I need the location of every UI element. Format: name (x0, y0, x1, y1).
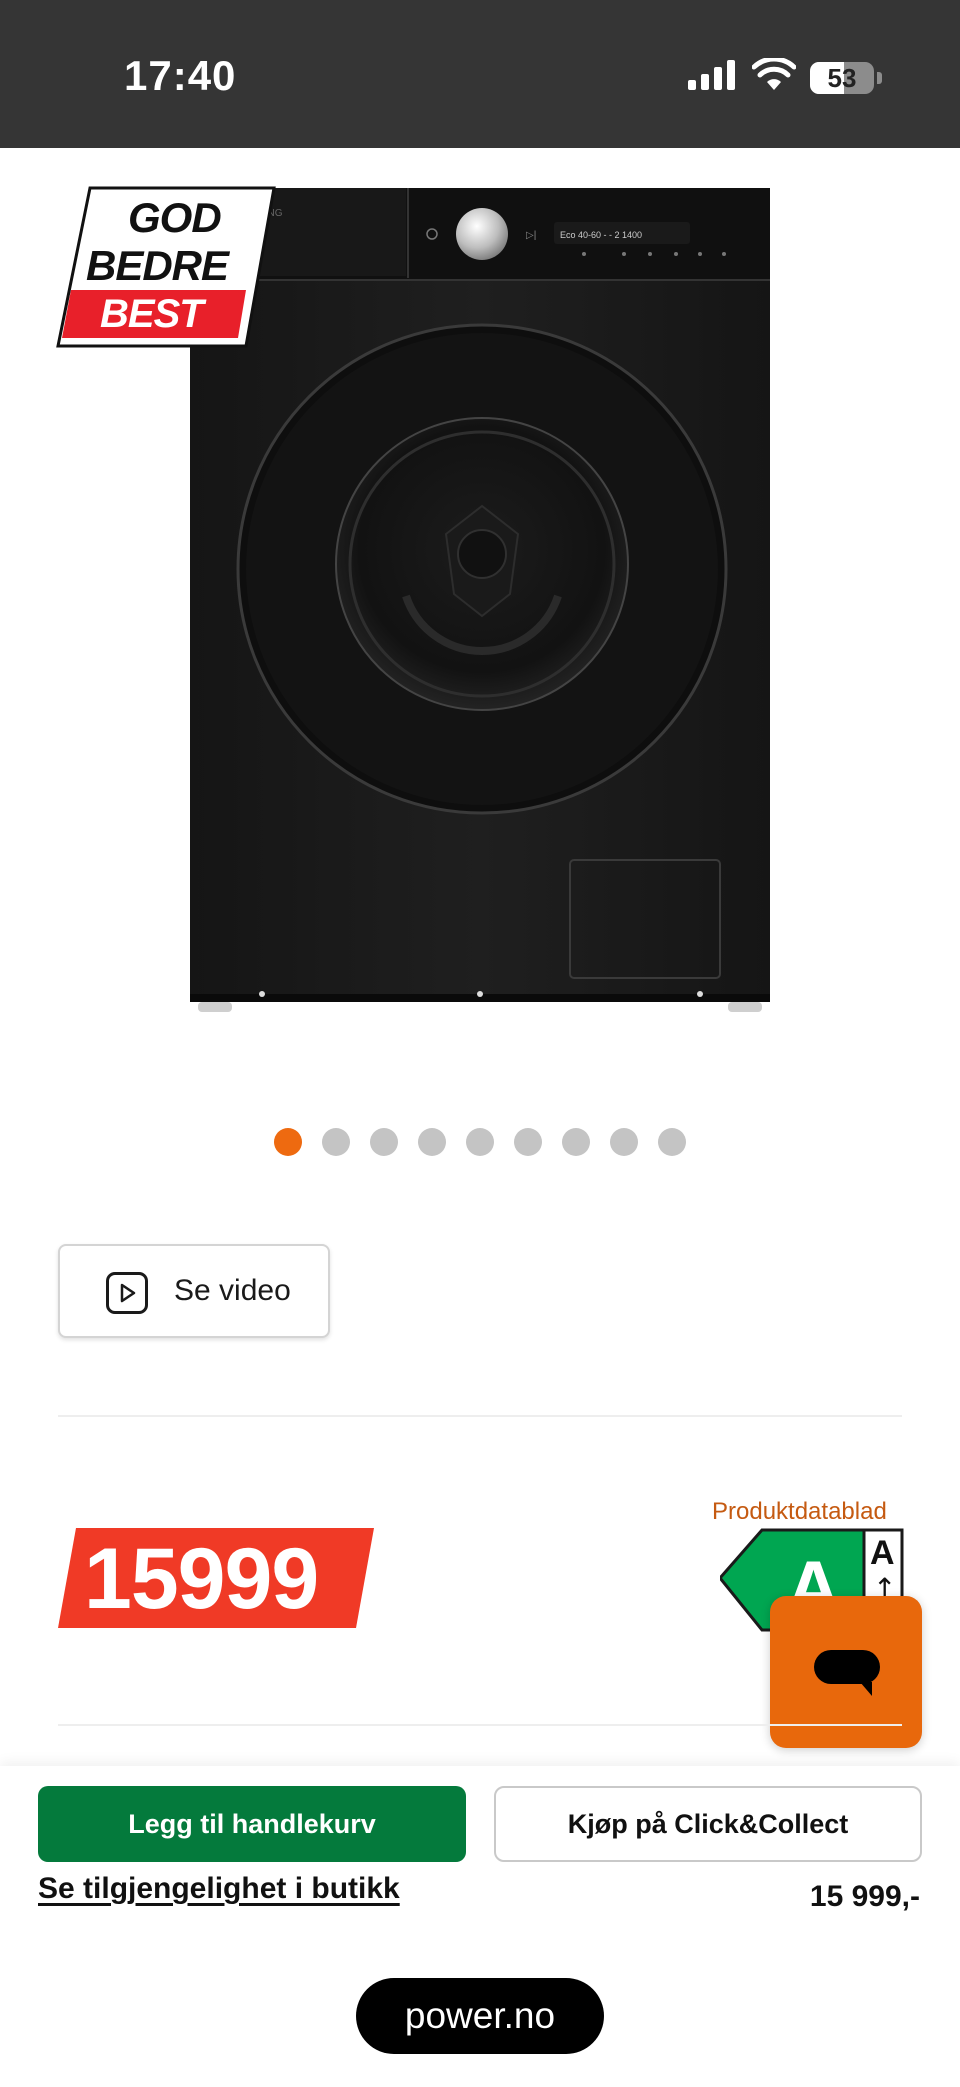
price-display: 15999 (84, 1531, 319, 1627)
energy-scale-top: A (870, 1534, 895, 1572)
carousel-dots (274, 1128, 686, 1158)
chat-bubble-icon (814, 1650, 880, 1696)
carousel-dot[interactable] (466, 1128, 494, 1156)
carousel-dot[interactable] (562, 1128, 590, 1156)
badge-line-bedre: BEDRE (86, 242, 229, 289)
produktdatablad-link[interactable]: Produktdatablad (712, 1498, 887, 1526)
badge-line-best: BEST (100, 292, 204, 336)
battery-tip (877, 72, 882, 84)
svg-text:▷|: ▷| (526, 230, 536, 241)
video-button-label: Se video (174, 1274, 291, 1307)
status-time: 17:40 (124, 52, 237, 99)
carousel-dot[interactable] (418, 1128, 446, 1156)
battery-indicator: 53 (810, 62, 874, 94)
product-page: 17:40 53 ▷| Eco 40-60 - - 2 1400 GOD BED… (0, 0, 960, 2087)
god-bedre-best-badge: GOD BEDRE BEST (56, 186, 276, 348)
carousel-dot[interactable] (514, 1128, 542, 1156)
add-to-cart-button[interactable]: Legg til handlekurv (38, 1786, 466, 1862)
video-button[interactable]: Se video (58, 1244, 330, 1338)
divider (58, 1724, 902, 1726)
bottom-price: 15 999,- (809, 1880, 920, 1913)
wifi-icon (752, 58, 796, 90)
browser-url-pill[interactable]: power.no (356, 1978, 604, 2054)
badge-line-god: GOD (128, 194, 222, 241)
play-icon (106, 1272, 148, 1314)
carousel-dot[interactable] (322, 1128, 350, 1156)
carousel-dot[interactable] (610, 1128, 638, 1156)
click-collect-button[interactable]: Kjøp på Click&Collect (494, 1786, 922, 1862)
status-bar: 17:40 53 (0, 0, 960, 148)
store-availability-link[interactable]: Se tilgjengelighet i butikk (38, 1872, 400, 1906)
divider (58, 1415, 902, 1417)
carousel-dot[interactable] (370, 1128, 398, 1156)
cellular-signal-icon (688, 60, 735, 90)
carousel-dot[interactable] (658, 1128, 686, 1156)
svg-text:Eco 40-60 - - 2 1400: Eco 40-60 - - 2 1400 (560, 230, 642, 240)
carousel-dot-active[interactable] (274, 1128, 302, 1156)
battery-level: 53 (827, 63, 857, 93)
